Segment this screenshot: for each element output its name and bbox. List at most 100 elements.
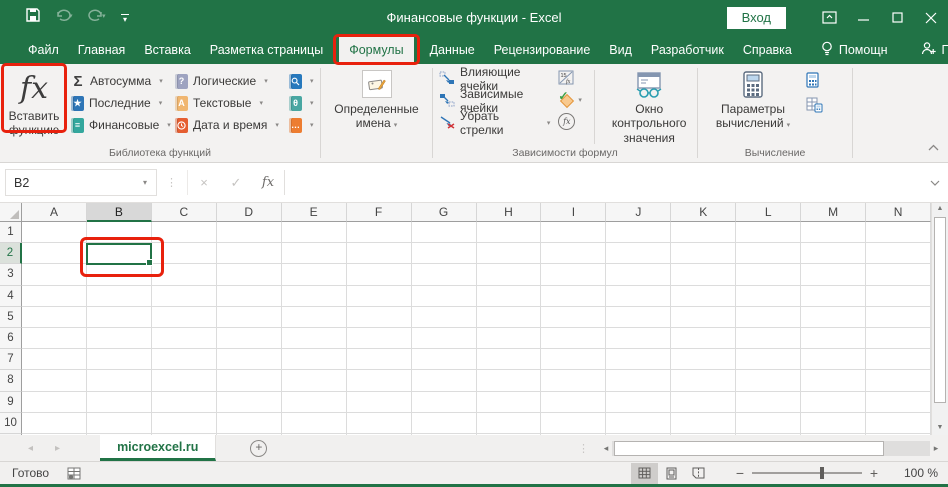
cell-G10[interactable] [411, 412, 477, 434]
cell-G2[interactable] [411, 243, 477, 265]
cell-G3[interactable] [411, 264, 477, 286]
cell-F8[interactable] [346, 370, 412, 392]
cell-B6[interactable] [86, 327, 152, 350]
cell-N4[interactable] [866, 285, 931, 307]
column-header-J[interactable]: J [606, 203, 672, 222]
cell-E9[interactable] [281, 391, 347, 413]
cell-A1[interactable] [22, 222, 87, 244]
expand-formula-bar-icon[interactable] [922, 180, 948, 186]
tab-assistant[interactable]: Помощн [818, 35, 891, 64]
cell-E2[interactable] [281, 243, 347, 265]
cell-A9[interactable] [22, 391, 87, 413]
datetime-functions-button[interactable]: Дата и время ▾ [175, 116, 283, 134]
cell-B3[interactable] [86, 264, 152, 286]
tab-file[interactable]: Файл [25, 35, 62, 64]
calculate-now-button[interactable] [806, 71, 819, 88]
column-header-E[interactable]: E [281, 203, 347, 222]
row-header-6[interactable]: 6 [0, 327, 22, 350]
tab-share[interactable]: Поделиться [918, 35, 948, 64]
cell-I1[interactable] [541, 222, 607, 244]
cell-D4[interactable] [216, 285, 282, 307]
cell-J10[interactable] [606, 412, 672, 434]
tab-page-layout[interactable]: Разметка страницы [207, 35, 326, 64]
more-functions-button[interactable]: … ▾ [289, 116, 323, 134]
cell-J2[interactable] [606, 243, 672, 265]
formula-bar-grip-icon[interactable]: ⋮ [157, 176, 187, 189]
column-header-B[interactable]: B [86, 203, 152, 222]
cell-C7[interactable] [151, 349, 217, 371]
vertical-scrollbar[interactable]: ▲ ▼ [931, 203, 948, 435]
cell-F4[interactable] [346, 285, 412, 307]
cell-G9[interactable] [411, 391, 477, 413]
error-checking-button[interactable]: ✓ ▾ [558, 89, 582, 109]
cell-K7[interactable] [671, 349, 737, 371]
cell-G4[interactable] [411, 285, 477, 307]
scroll-left-icon[interactable]: ◂ [600, 443, 612, 454]
tab-data[interactable]: Данные [427, 35, 478, 64]
cell-F2[interactable] [346, 243, 412, 265]
calculate-sheet-button[interactable] [806, 96, 823, 113]
trace-precedents-button[interactable]: Влияющие ячейки [439, 65, 550, 93]
scroll-down-icon[interactable]: ▼ [932, 424, 948, 431]
insert-function-button[interactable]: fx Вставить функцию [1, 63, 67, 138]
defined-names-button[interactable]: Определенные имена ▾ [329, 64, 425, 131]
row-header-8[interactable]: 8 [0, 370, 22, 392]
financial-functions-button[interactable]: ≡ Финансовые ▾ [71, 116, 171, 134]
row-header-3[interactable]: 3 [0, 264, 22, 286]
cell-D9[interactable] [216, 391, 282, 413]
cell-K9[interactable] [671, 391, 737, 413]
cell-N5[interactable] [866, 306, 931, 328]
zoom-slider-thumb[interactable] [820, 467, 825, 479]
cell-G7[interactable] [411, 349, 477, 371]
cell-H4[interactable] [476, 285, 542, 307]
column-header-K[interactable]: K [671, 203, 737, 222]
column-header-I[interactable]: I [541, 203, 607, 222]
column-header-L[interactable]: L [736, 203, 802, 222]
cell-I4[interactable] [541, 285, 607, 307]
new-sheet-icon[interactable]: + [250, 439, 268, 457]
cell-I7[interactable] [541, 349, 607, 371]
cell-M6[interactable] [801, 327, 867, 350]
cell-F10[interactable] [346, 412, 412, 434]
sign-in-button[interactable]: Вход [726, 6, 786, 29]
minimize-button[interactable] [846, 0, 880, 35]
cell-M5[interactable] [801, 306, 867, 328]
lookup-reference-button[interactable]: ▾ [289, 72, 323, 90]
row-header-1[interactable]: 1 [0, 222, 22, 244]
zoom-slider[interactable] [752, 467, 862, 479]
redo-icon[interactable]: ▾ [88, 9, 106, 27]
cell-G1[interactable] [411, 222, 477, 244]
cell-N6[interactable] [866, 327, 931, 350]
zoom-in-icon[interactable]: + [864, 465, 884, 481]
cell-K5[interactable] [671, 306, 737, 328]
column-header-N[interactable]: N [866, 203, 931, 222]
cell-L9[interactable] [736, 391, 802, 413]
logical-functions-button[interactable]: ? Логические ▾ [175, 72, 283, 90]
cell-N10[interactable] [866, 412, 931, 434]
cell-L6[interactable] [736, 327, 802, 350]
cell-G6[interactable] [411, 327, 477, 350]
evaluate-formula-button[interactable]: fx [558, 113, 576, 130]
remove-arrows-button[interactable]: Убрать стрелки ▾ [439, 109, 550, 137]
cell-C9[interactable] [151, 391, 217, 413]
cell-C8[interactable] [151, 370, 217, 392]
cell-L7[interactable] [736, 349, 802, 371]
row-header-5[interactable]: 5 [0, 306, 22, 328]
cell-D7[interactable] [216, 349, 282, 371]
save-icon[interactable] [26, 8, 40, 27]
column-header-G[interactable]: G [411, 203, 477, 222]
cell-H9[interactable] [476, 391, 542, 413]
cell-J5[interactable] [606, 306, 672, 328]
zoom-level[interactable]: 100 % [892, 466, 938, 480]
column-header-D[interactable]: D [216, 203, 282, 222]
trace-dependents-button[interactable]: Зависимые ячейки [439, 87, 550, 115]
row-header-4[interactable]: 4 [0, 285, 22, 307]
cell-B1[interactable] [86, 222, 152, 244]
cell-I2[interactable] [541, 243, 607, 265]
cell-I5[interactable] [541, 306, 607, 328]
view-normal-button[interactable] [631, 462, 658, 484]
cell-K2[interactable] [671, 243, 737, 265]
cell-J7[interactable] [606, 349, 672, 371]
cell-D6[interactable] [216, 327, 282, 350]
tab-insert[interactable]: Вставка [141, 35, 193, 64]
